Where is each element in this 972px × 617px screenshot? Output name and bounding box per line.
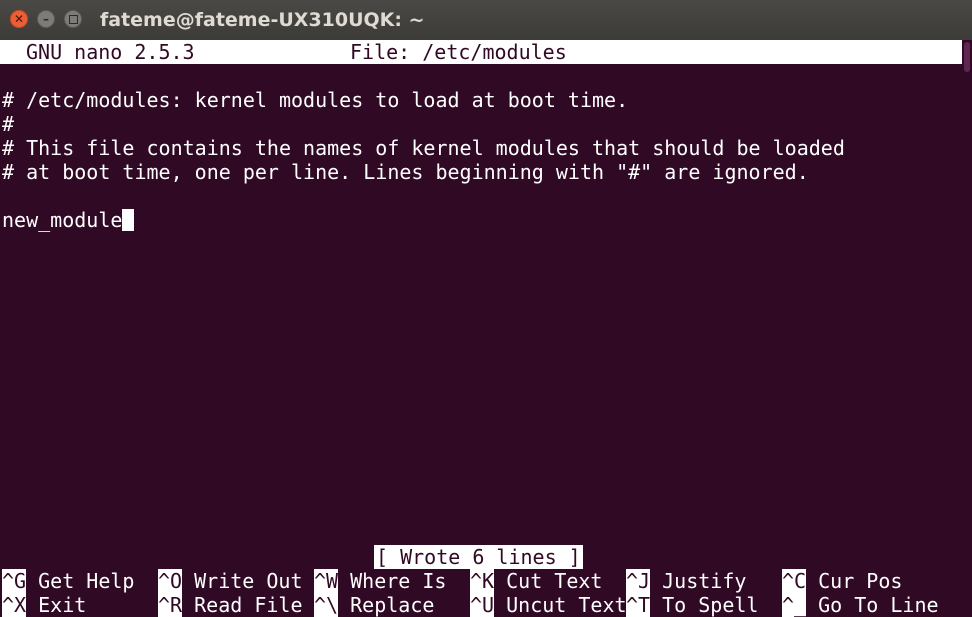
- editor-line-current[interactable]: new_module: [2, 208, 135, 232]
- shortcut-get-help[interactable]: ^G Get Help: [2, 569, 134, 593]
- nano-version: GNU nano 2.5.3: [26, 40, 195, 64]
- minimize-button[interactable]: –: [37, 10, 55, 28]
- shortcut-key: ^T: [626, 593, 651, 617]
- editor-line[interactable]: # at boot time, one per line. Lines begi…: [2, 160, 809, 184]
- shortcut-to-spell[interactable]: ^T To Spell: [626, 593, 758, 617]
- editor-line[interactable]: # /etc/modules: kernel modules to load a…: [2, 88, 628, 112]
- shortcut-key: ^U: [470, 593, 495, 617]
- window-title: fateme@fateme-UX310UQK: ~: [100, 9, 425, 31]
- shortcut-justify[interactable]: ^J Justify: [626, 569, 746, 593]
- shortcut-label: Get Help: [26, 569, 135, 593]
- shortcut-key: ^C: [782, 569, 807, 593]
- shortcut-key: ^K: [470, 569, 495, 593]
- shortcut-label: Read File: [182, 593, 303, 617]
- shortcut-write-out[interactable]: ^O Write Out: [158, 569, 303, 593]
- window-titlebar[interactable]: ✕ – fateme@fateme-UX310UQK: ~: [0, 0, 972, 40]
- scrollbar-thumb[interactable]: [964, 42, 970, 72]
- shortcut-label: To Spell: [650, 593, 759, 617]
- shortcut-key: ^\: [314, 593, 339, 617]
- shortcut-key: ^W: [314, 569, 339, 593]
- shortcut-label: Cur Pos: [806, 569, 903, 593]
- close-button[interactable]: ✕: [10, 10, 28, 28]
- terminal-scrollbar[interactable]: [962, 40, 972, 617]
- shortcut-label: Go To Line: [806, 593, 939, 617]
- nano-header: GNU nano 2.5.3 File: /etc/modules: [0, 40, 962, 64]
- shortcut-key: ^_: [782, 593, 807, 617]
- status-message: [ Wrote 6 lines ]: [374, 545, 583, 569]
- shortcut-cur-pos[interactable]: ^C Cur Pos: [782, 569, 902, 593]
- shortcut-label: Exit: [26, 593, 87, 617]
- terminal-area[interactable]: GNU nano 2.5.3 File: /etc/modules # /etc…: [0, 40, 962, 617]
- shortcut-where-is[interactable]: ^W Where Is: [314, 569, 446, 593]
- shortcut-label: Uncut Text: [494, 593, 627, 617]
- shortcut-cut-text[interactable]: ^K Cut Text: [470, 569, 602, 593]
- shortcut-replace[interactable]: ^\ Replace: [314, 593, 434, 617]
- editor-line[interactable]: # This file contains the names of kernel…: [2, 136, 845, 160]
- shortcut-exit[interactable]: ^X Exit: [2, 593, 86, 617]
- close-icon: ✕: [13, 12, 25, 26]
- shortcut-read-file[interactable]: ^R Read File: [158, 593, 303, 617]
- shortcut-uncut-text[interactable]: ^U Uncut Text: [470, 593, 627, 617]
- editor-line[interactable]: #: [2, 112, 14, 136]
- shortcut-key: ^R: [158, 593, 183, 617]
- shortcut-key: ^G: [2, 569, 27, 593]
- shortcut-go-to-line[interactable]: ^_ Go To Line: [782, 593, 939, 617]
- shortcut-label: Where Is: [338, 569, 447, 593]
- shortcut-key: ^J: [626, 569, 651, 593]
- shortcut-label: Justify: [650, 569, 747, 593]
- shortcut-label: Cut Text: [494, 569, 603, 593]
- shortcut-key: ^O: [158, 569, 183, 593]
- current-line-text: new_module: [2, 208, 123, 232]
- maximize-icon: [68, 14, 78, 24]
- shortcut-key: ^X: [2, 593, 27, 617]
- maximize-button[interactable]: [64, 10, 82, 28]
- minimize-icon: –: [43, 12, 49, 26]
- nano-filename: File: /etc/modules: [350, 40, 567, 64]
- shortcut-label: Replace: [338, 593, 435, 617]
- text-cursor: [122, 209, 135, 231]
- shortcut-label: Write Out: [182, 569, 303, 593]
